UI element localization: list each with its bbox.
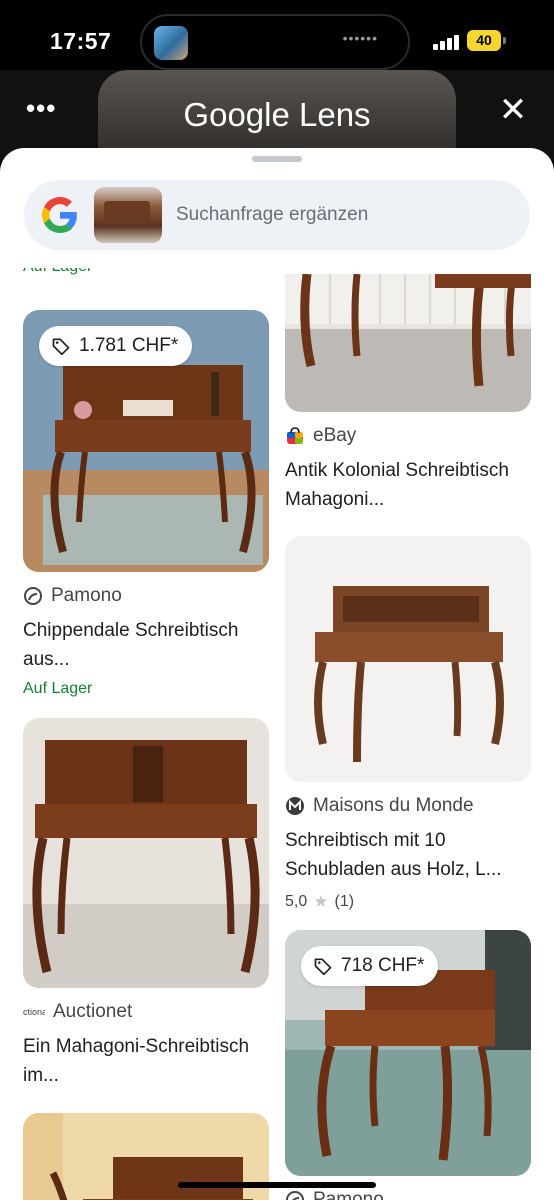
product-image[interactable]: 718 CHF* — [285, 930, 531, 1176]
stock-label: Auf Lager — [23, 680, 93, 697]
dynamic-island[interactable]: •••••• — [140, 14, 410, 70]
rating-value: 5,0 — [285, 893, 308, 910]
auctionet-logo-icon: ctiona — [23, 1007, 45, 1017]
rating-count: (1) — [334, 893, 355, 910]
page-title: Google Lens — [183, 96, 371, 133]
source-row[interactable]: Maisons du Monde — [285, 794, 531, 818]
source-name: eBay — [313, 425, 357, 446]
source-row[interactable]: eBay — [285, 424, 531, 448]
island-thumbnail — [154, 26, 188, 60]
source-name: Auctionet — [53, 1001, 133, 1022]
status-time: 17:57 — [50, 28, 112, 54]
price-badge: 1.781 CHF* — [39, 326, 193, 366]
result-title[interactable]: Chippendale Schreibtisch aus... — [23, 616, 269, 674]
stock-label: Auf Lager — [23, 268, 92, 276]
ebay-bag-icon — [287, 427, 303, 444]
source-row[interactable]: Pamono — [285, 1188, 531, 1200]
price-tag-icon — [314, 958, 332, 976]
product-image[interactable]: 1.781 CHF* — [23, 310, 269, 572]
result-title[interactable]: Schreibtisch mit 10 Schubladen aus Holz,… — [285, 826, 531, 884]
star-icon: ★ — [313, 892, 329, 911]
result-card[interactable]: 718 CHF* Pamono — [285, 930, 531, 1200]
price-badge: 718 CHF* — [301, 946, 439, 986]
source-name: Pamono — [313, 1189, 384, 1200]
source-name: Pamono — [51, 585, 122, 606]
price-tag-icon — [52, 338, 70, 356]
status-bar: 17:57 •••••• 40 — [0, 0, 554, 80]
home-indicator[interactable] — [178, 1182, 376, 1188]
result-card[interactable]: Maisons du Monde Schreibtisch mit 10 Sch… — [285, 536, 531, 912]
signal-icon — [433, 34, 461, 50]
result-card[interactable]: ctiona Auctionet Ein Mahagoni-Schreibtis… — [23, 718, 269, 1090]
island-indicator: •••••• — [342, 30, 378, 46]
product-image[interactable] — [23, 718, 269, 988]
price-label: 718 CHF* — [341, 955, 425, 976]
battery-icon: 40 — [467, 30, 506, 51]
maisons-du-monde-logo-icon — [286, 797, 304, 815]
close-button[interactable]: ✕ — [498, 93, 528, 127]
results-grid: Auf Lager — [0, 268, 554, 1200]
source-row[interactable]: Pamono — [23, 584, 269, 608]
results-sheet: Auf Lager — [0, 148, 554, 1200]
query-image-thumbnail[interactable] — [94, 187, 162, 243]
result-title[interactable]: Antik Kolonial Schreibtisch Mahagoni... — [285, 456, 531, 514]
result-card[interactable]: eBay Antik Kolonial Schreibtisch Mahagon… — [285, 274, 531, 514]
pamono-logo-icon — [24, 587, 42, 605]
google-g-icon — [42, 197, 77, 233]
pamono-logo-icon — [286, 1191, 304, 1200]
search-bar[interactable] — [24, 180, 530, 250]
sheet-drag-handle[interactable] — [252, 156, 302, 162]
search-input[interactable] — [176, 198, 516, 232]
rating-row: 5,0 ★ (1) — [285, 892, 531, 912]
source-row[interactable]: ctiona Auctionet — [23, 1000, 269, 1024]
price-label: 1.781 CHF* — [79, 335, 179, 356]
result-card[interactable]: 1.781 CHF* Pamono Chippendale Schreibtis… — [23, 310, 269, 698]
product-image[interactable] — [285, 536, 531, 782]
source-name: Maisons du Monde — [313, 795, 474, 816]
result-title[interactable]: Ein Mahagoni-Schreibtisch im... — [23, 1032, 269, 1090]
product-image[interactable] — [285, 274, 531, 412]
